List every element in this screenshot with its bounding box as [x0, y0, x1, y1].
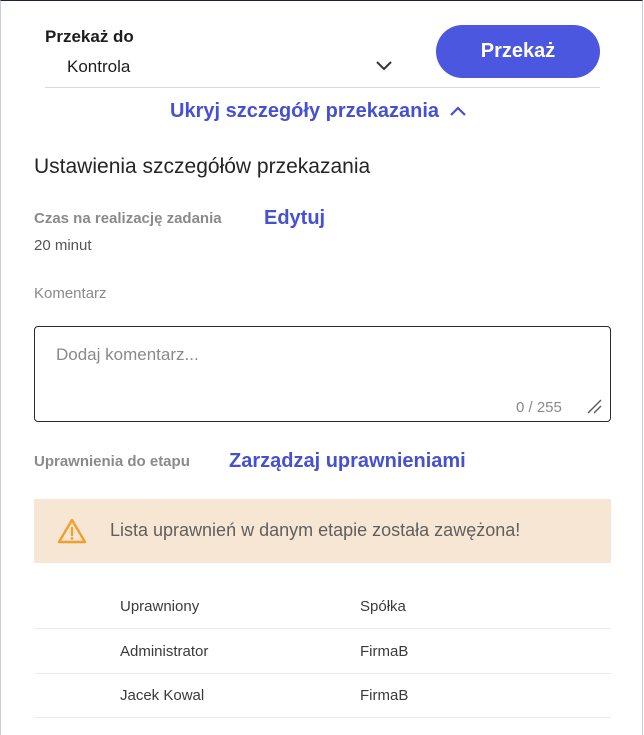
time-label: Czas na realizację zadania	[34, 210, 222, 227]
permissions-label: Uprawnienia do etapu	[34, 453, 190, 470]
table-cell-company: FirmaB	[360, 687, 409, 704]
comment-textarea[interactable]: Dodaj komentarz... 0 / 255	[34, 326, 611, 422]
warning-banner: Lista uprawnień w danym etapie została z…	[34, 499, 611, 563]
table-cell-company: FirmaB	[360, 643, 409, 660]
permissions-table: Uprawniony Spółka Administrator FirmaB J…	[34, 585, 611, 735]
table-header-company: Spółka	[360, 598, 406, 615]
select-underline	[45, 87, 600, 88]
chevron-down-icon	[376, 61, 392, 71]
comment-counter: 0 / 255	[516, 399, 562, 416]
settings-title: Ustawienia szczegółów przekazania	[34, 155, 371, 178]
edit-time-link[interactable]: Edytuj	[264, 207, 325, 230]
warning-text: Lista uprawnień w danym etapie została z…	[110, 520, 521, 540]
table-header-user: Uprawniony	[120, 598, 200, 615]
comment-placeholder: Dodaj komentarz...	[56, 345, 199, 364]
time-value: 20 minut	[34, 237, 92, 254]
hide-details-label: Ukryj szczegóły przekazania	[170, 99, 440, 122]
chevron-up-icon	[450, 106, 466, 116]
table-cell-user: Jacek Kowal	[120, 687, 205, 704]
table-row: Administrator FirmaB	[34, 629, 611, 673]
table-divider	[34, 717, 611, 718]
hide-details-toggle[interactable]: Ukryj szczegóły przekazania	[170, 98, 467, 124]
manage-permissions-link[interactable]: Zarządzaj uprawnieniami	[229, 450, 466, 473]
handover-select[interactable]: Kontrola	[45, 48, 400, 86]
handover-select-value: Kontrola	[67, 57, 131, 76]
handover-button[interactable]: Przekaż	[436, 25, 600, 78]
warning-icon	[57, 518, 87, 544]
table-row: Jacek Kowal FirmaB	[34, 674, 611, 718]
handover-label: Przekaż do	[45, 27, 134, 46]
comment-label: Komentarz	[34, 285, 107, 302]
table-cell-user: Administrator	[120, 643, 209, 660]
resize-handle-icon[interactable]	[586, 398, 602, 414]
